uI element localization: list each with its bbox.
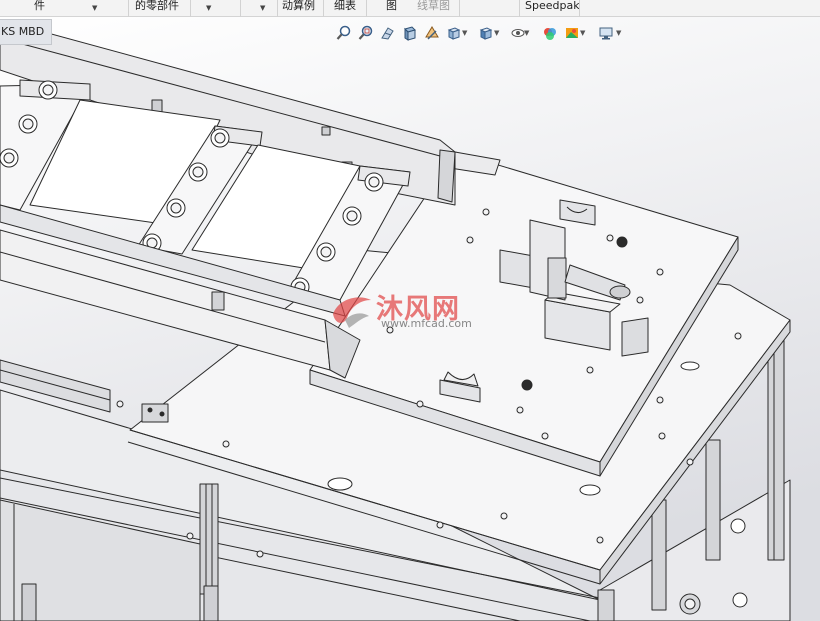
view-orientation-icon[interactable] [446, 25, 462, 41]
watermark: 沐风网 www.mfcad.com [329, 288, 499, 334]
chevron-down-icon[interactable]: ▼ [616, 29, 621, 37]
ribbon-item-motion-study[interactable]: 动算例 [282, 0, 315, 17]
zoom-area-icon[interactable] [358, 25, 374, 41]
chevron-down-icon[interactable]: ▼ [494, 29, 499, 37]
watermark-url: www.mfcad.com [381, 317, 472, 330]
command-manager-ribbon: 件 ▼ 的零部件 ▼ ▼ 动算例 细表 图 线草图 Speedpak [0, 0, 820, 17]
ribbon-divider [240, 0, 241, 17]
ribbon-divider [323, 0, 324, 17]
ribbon-item-bom[interactable]: 细表 [334, 0, 356, 17]
tab-solidworks-mbd[interactable]: KS MBD [0, 19, 52, 45]
ribbon-divider [459, 0, 460, 17]
zoom-to-fit-icon[interactable] [336, 25, 352, 41]
ribbon-item-drawing[interactable]: 图 [386, 0, 397, 17]
chevron-down-icon[interactable]: ▼ [92, 4, 97, 12]
dynamic-annotation-icon[interactable] [424, 25, 440, 41]
ribbon-item-speedpak[interactable]: Speedpak [525, 0, 580, 17]
ribbon-divider [519, 0, 520, 17]
ribbon-divider [128, 0, 129, 17]
view-settings-icon[interactable] [598, 25, 614, 41]
ribbon-divider [366, 0, 367, 17]
ribbon-item-parts[interactable]: 的零部件 [135, 0, 179, 17]
chevron-down-icon[interactable]: ▼ [462, 29, 467, 37]
chevron-down-icon[interactable]: ▼ [260, 4, 265, 12]
chevron-down-icon[interactable]: ▼ [524, 29, 529, 37]
previous-view-icon[interactable] [380, 25, 396, 41]
edit-appearance-icon[interactable] [542, 25, 558, 41]
chevron-down-icon[interactable]: ▼ [580, 29, 585, 37]
ribbon-divider [190, 0, 191, 17]
ribbon-divider [579, 0, 580, 17]
ribbon-item-part[interactable]: 件 [34, 0, 45, 17]
watermark-logo-icon [333, 297, 371, 328]
chevron-down-icon[interactable]: ▼ [206, 4, 211, 12]
display-style-icon[interactable] [478, 25, 494, 41]
apply-scene-icon[interactable] [564, 25, 580, 41]
section-view-icon[interactable] [402, 25, 418, 41]
ribbon-divider [277, 0, 278, 17]
ribbon-item-sketch[interactable]: 线草图 [417, 0, 450, 17]
graphics-area[interactable]: 沐风网 www.mfcad.com [0, 17, 820, 621]
